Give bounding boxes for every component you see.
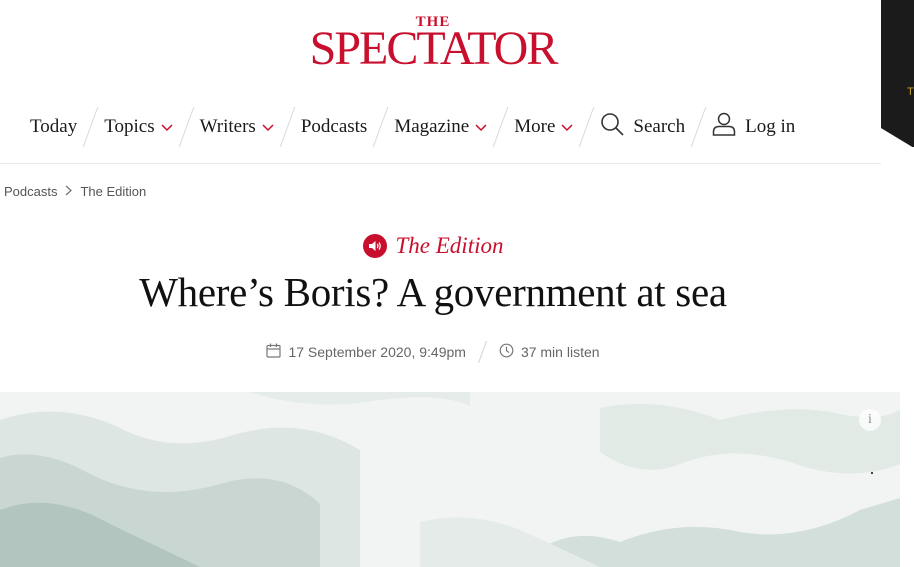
nav-writers[interactable]: Writers (200, 116, 274, 138)
nav-divider (178, 107, 194, 147)
kicker-label: The Edition (395, 233, 504, 258)
nav-divider (579, 107, 595, 147)
watercolor-artwork (0, 392, 900, 567)
login-button[interactable]: Log in (712, 112, 795, 142)
site-logo[interactable]: THE SPECTATOR (308, 14, 559, 75)
user-icon (712, 112, 736, 142)
nav-magazine-label: Magazine (394, 116, 470, 137)
article-meta: 17 September 2020, 9:49pm 37 min listen (0, 341, 866, 363)
search-button[interactable]: Search (600, 112, 685, 142)
nav-magazine[interactable]: Magazine (394, 116, 487, 138)
nav-divider (82, 107, 99, 147)
corner-cut (881, 128, 914, 148)
breadcrumb-the-edition[interactable]: The Edition (80, 184, 146, 199)
nav-more[interactable]: More (514, 116, 573, 138)
chevron-right-icon (65, 184, 73, 199)
nav-today-label: Today (30, 116, 78, 137)
login-label: Log in (745, 116, 796, 137)
chevron-down-icon (262, 116, 274, 138)
nav-writers-label: Writers (199, 116, 256, 137)
chevron-down-icon (475, 116, 487, 138)
meta-divider (477, 341, 487, 363)
header-divider (0, 163, 881, 164)
account-corner-panel[interactable]: T (881, 0, 914, 148)
clock-icon (499, 343, 514, 361)
podcast-kicker[interactable]: The Edition (0, 233, 866, 259)
nav-more-label: More (514, 116, 556, 137)
chevron-down-icon (561, 116, 573, 138)
nav-divider (373, 107, 389, 147)
publish-date: 17 September 2020, 9:49pm (288, 344, 466, 360)
nav-today[interactable]: Today (30, 116, 77, 138)
breadcrumb: Podcasts The Edition (4, 184, 146, 199)
nav-topics-label: Topics (104, 116, 155, 137)
speaker-icon (362, 234, 387, 258)
listen-duration: 37 min listen (520, 344, 600, 360)
nav-divider (279, 107, 296, 147)
nav-topics[interactable]: Topics (104, 116, 173, 138)
nav-podcasts[interactable]: Podcasts (301, 116, 368, 138)
article-title: Where’s Boris? A government at sea (139, 269, 727, 315)
hero-image: i (0, 392, 900, 567)
nav-podcasts-label: Podcasts (300, 116, 368, 137)
chevron-down-icon (161, 116, 173, 138)
info-icon: i (868, 412, 872, 427)
nav-divider (690, 107, 707, 147)
search-icon (600, 112, 624, 142)
search-label: Search (633, 116, 686, 137)
logo-wordmark: SPECTATOR (309, 22, 559, 75)
nav-divider (492, 107, 509, 147)
corner-label: T (907, 86, 914, 98)
main-nav: Today Topics Writers Podcasts Magazine M… (30, 104, 795, 150)
breadcrumb-podcasts[interactable]: Podcasts (4, 184, 57, 199)
calendar-icon (266, 343, 282, 361)
info-button[interactable]: i (859, 409, 881, 431)
